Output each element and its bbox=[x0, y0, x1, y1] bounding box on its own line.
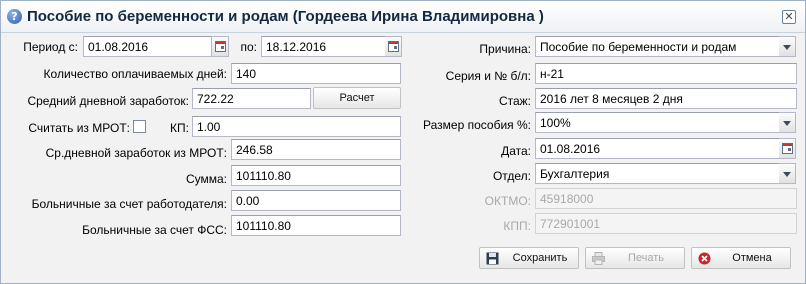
avg-daily-earnings-label: Средний дневной заработок: bbox=[27, 94, 189, 108]
cancel-button[interactable]: Отмена bbox=[691, 247, 791, 269]
period-from-label: Период с: bbox=[23, 40, 78, 54]
calendar-icon bbox=[215, 41, 226, 52]
from-mrot-label: Считать из МРОТ: bbox=[28, 121, 130, 135]
dialog-title: Пособие по беременности и родам (Гордеев… bbox=[27, 8, 544, 25]
fss-paid-field[interactable]: 101110.80 bbox=[231, 215, 401, 236]
benefit-percent-label: Размер пособия %: bbox=[423, 118, 531, 132]
help-icon: ? bbox=[7, 9, 22, 24]
cancel-button-label: Отмена bbox=[732, 252, 772, 264]
sick-leave-series-label: Серия и № б/л: bbox=[445, 69, 531, 83]
close-button[interactable]: ✕ bbox=[782, 10, 796, 24]
experience-field[interactable]: 2016 лет 8 месяцев 2 дня bbox=[535, 88, 797, 109]
employer-paid-field[interactable]: 0.00 bbox=[231, 190, 401, 211]
close-icon: ✕ bbox=[784, 10, 794, 23]
oktmo-label: ОКТМО: bbox=[484, 194, 531, 208]
date-label: Дата: bbox=[501, 144, 531, 158]
dialog-titlebar: ? Пособие по беременности и родам (Горде… bbox=[1, 1, 805, 33]
floppy-disk-icon bbox=[486, 252, 499, 265]
calculate-button[interactable]: Расчет bbox=[313, 87, 401, 109]
calendar-icon bbox=[782, 143, 793, 154]
avg-daily-earnings-field[interactable]: 722.22 bbox=[192, 88, 311, 109]
printer-icon bbox=[592, 252, 605, 265]
benefit-percent-dropdown-button[interactable] bbox=[779, 112, 796, 133]
calendar-icon bbox=[388, 41, 399, 52]
reason-select[interactable]: Пособие по беременности и родам bbox=[535, 36, 780, 57]
department-label: Отдел: bbox=[492, 169, 531, 183]
benefit-dialog: ? Пособие по беременности и родам (Горде… bbox=[0, 0, 806, 284]
kp-label: КП: bbox=[170, 121, 189, 135]
avg-daily-mrot-label: Ср.дневной заработок из МРОТ: bbox=[45, 146, 227, 160]
kpp-label: КПП: bbox=[503, 219, 531, 233]
period-from-field[interactable]: 01.08.2016 bbox=[83, 36, 212, 57]
oktmo-field: 45918000 bbox=[535, 188, 797, 209]
period-to-label: по: bbox=[240, 40, 257, 54]
sick-leave-series-field[interactable]: н-21 bbox=[535, 63, 797, 84]
chevron-down-icon bbox=[783, 121, 791, 126]
department-select[interactable]: Бухгалтерия bbox=[535, 163, 780, 184]
paid-days-label: Количество оплачиваемых дней: bbox=[43, 67, 227, 81]
kp-field[interactable]: 1.00 bbox=[192, 116, 401, 137]
date-calendar-button[interactable] bbox=[779, 138, 796, 159]
paid-days-field[interactable]: 140 bbox=[231, 63, 401, 84]
period-to-calendar-button[interactable] bbox=[385, 36, 402, 57]
print-button: Печать bbox=[585, 247, 685, 269]
sum-field[interactable]: 101110.80 bbox=[231, 165, 401, 186]
employer-paid-label: Больничные за счет работодателя: bbox=[31, 197, 227, 211]
chevron-down-icon bbox=[783, 172, 791, 177]
fss-paid-label: Больничные за счет ФСС: bbox=[82, 223, 227, 237]
experience-label: Стаж: bbox=[498, 94, 531, 108]
date-field[interactable]: 01.08.2016 bbox=[535, 138, 780, 159]
period-from-calendar-button[interactable] bbox=[212, 36, 229, 57]
kpp-field: 772901001 bbox=[535, 213, 797, 234]
from-mrot-checkbox[interactable] bbox=[133, 120, 146, 133]
save-button-label: Сохранить bbox=[512, 252, 568, 264]
benefit-percent-select[interactable]: 100% bbox=[535, 112, 780, 133]
cancel-icon bbox=[698, 252, 711, 265]
reason-label: Причина: bbox=[479, 42, 531, 56]
chevron-down-icon bbox=[783, 45, 791, 50]
print-button-label: Печать bbox=[627, 252, 665, 264]
sum-label: Сумма: bbox=[185, 172, 227, 186]
period-to-field[interactable]: 18.12.2016 bbox=[261, 36, 386, 57]
save-button[interactable]: Сохранить bbox=[479, 247, 579, 269]
reason-dropdown-button[interactable] bbox=[779, 36, 796, 57]
avg-daily-mrot-field[interactable]: 246.58 bbox=[231, 139, 401, 160]
department-dropdown-button[interactable] bbox=[779, 163, 796, 184]
